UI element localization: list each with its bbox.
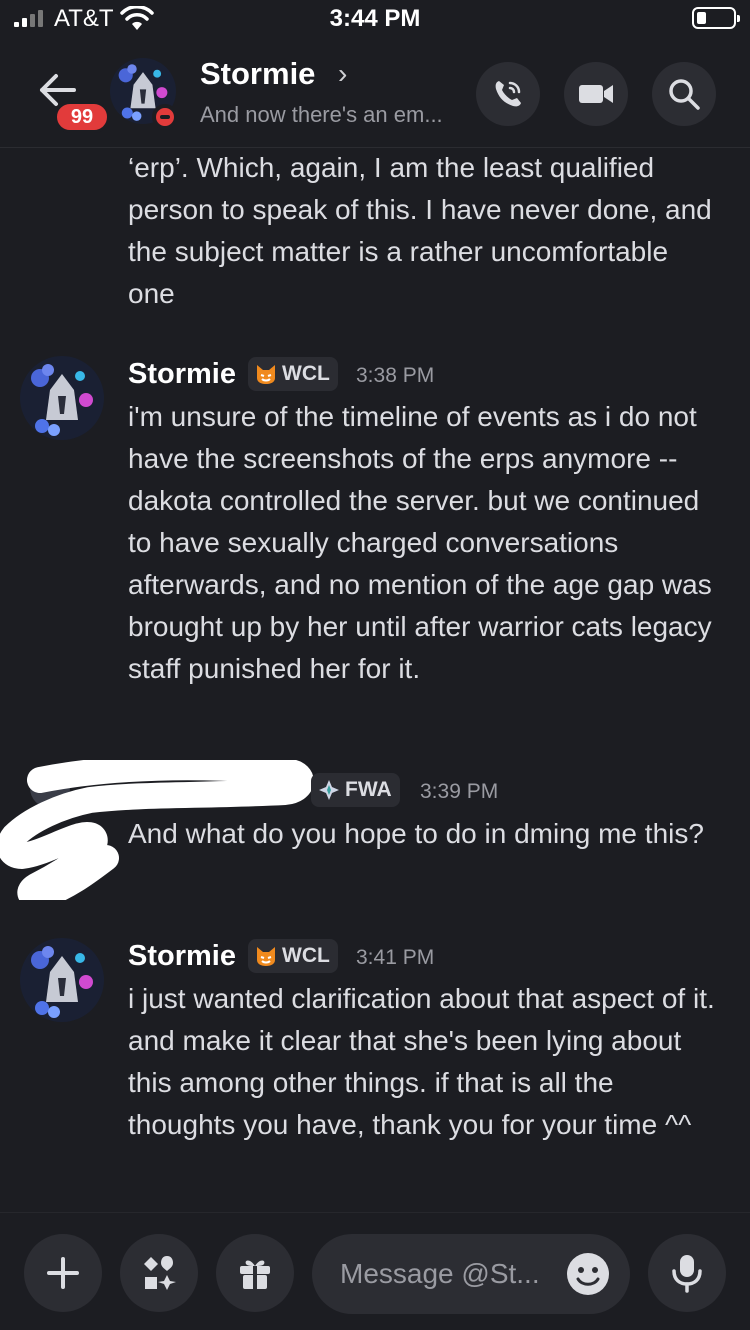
add-attachment-button[interactable] bbox=[24, 1234, 102, 1312]
apps-button[interactable] bbox=[120, 1234, 198, 1312]
server-tag-label: WCL bbox=[282, 362, 330, 385]
apps-icon bbox=[144, 1256, 176, 1290]
server-tag[interactable]: WCL bbox=[248, 357, 338, 391]
unread-badge: 99 bbox=[54, 101, 110, 133]
voice-call-button[interactable] bbox=[476, 62, 540, 126]
chevron-right-icon[interactable]: › bbox=[338, 58, 347, 90]
video-camera-icon bbox=[579, 85, 613, 103]
gift-button[interactable] bbox=[216, 1234, 294, 1312]
status-bar: AT&T 3:44 PM bbox=[0, 0, 750, 40]
phone-icon bbox=[495, 81, 521, 107]
dnd-status-icon bbox=[152, 104, 178, 130]
microphone-icon bbox=[672, 1255, 702, 1293]
diamond-sparkle-icon bbox=[319, 780, 339, 800]
battery-icon bbox=[692, 7, 740, 29]
clock: 3:44 PM bbox=[329, 5, 421, 32]
message-text: ‘erp’. Which, again, I am the least qual… bbox=[128, 152, 712, 309]
message-timestamp: 3:39 PM bbox=[420, 780, 499, 803]
message-text: i'm unsure of the timeline of events as … bbox=[128, 401, 712, 684]
message-timestamp: 3:41 PM bbox=[356, 946, 435, 969]
message-text: And what do you hope to do in dming me t… bbox=[128, 818, 704, 849]
message-timestamp: 3:38 PM bbox=[356, 364, 435, 387]
message-author[interactable]: Stormie bbox=[128, 358, 236, 391]
server-tag[interactable]: FWA bbox=[311, 773, 400, 807]
server-tag[interactable]: WCL bbox=[248, 939, 338, 973]
plus-icon bbox=[47, 1257, 79, 1289]
voice-message-button[interactable] bbox=[648, 1234, 726, 1312]
message-author[interactable]: Stormie bbox=[128, 940, 236, 973]
server-tag-label: WCL bbox=[282, 944, 330, 967]
avatar[interactable] bbox=[20, 356, 104, 440]
chat-header: 99 Stormie › And now there's an em... bbox=[0, 48, 750, 148]
search-button[interactable] bbox=[652, 62, 716, 126]
header-username[interactable]: Stormie bbox=[200, 56, 315, 92]
search-icon bbox=[669, 79, 700, 110]
cat-face-icon bbox=[257, 947, 275, 966]
message-text: i just wanted clarification about that a… bbox=[128, 983, 715, 1140]
video-call-button[interactable] bbox=[564, 62, 628, 126]
header-status-text[interactable]: And now there's an em... bbox=[200, 102, 443, 128]
avatar[interactable] bbox=[20, 938, 104, 1022]
gift-icon bbox=[240, 1260, 270, 1289]
divider bbox=[0, 1212, 750, 1213]
emoji-icon[interactable] bbox=[566, 1252, 610, 1296]
server-tag-label: FWA bbox=[345, 778, 392, 801]
cat-face-icon bbox=[257, 365, 275, 384]
